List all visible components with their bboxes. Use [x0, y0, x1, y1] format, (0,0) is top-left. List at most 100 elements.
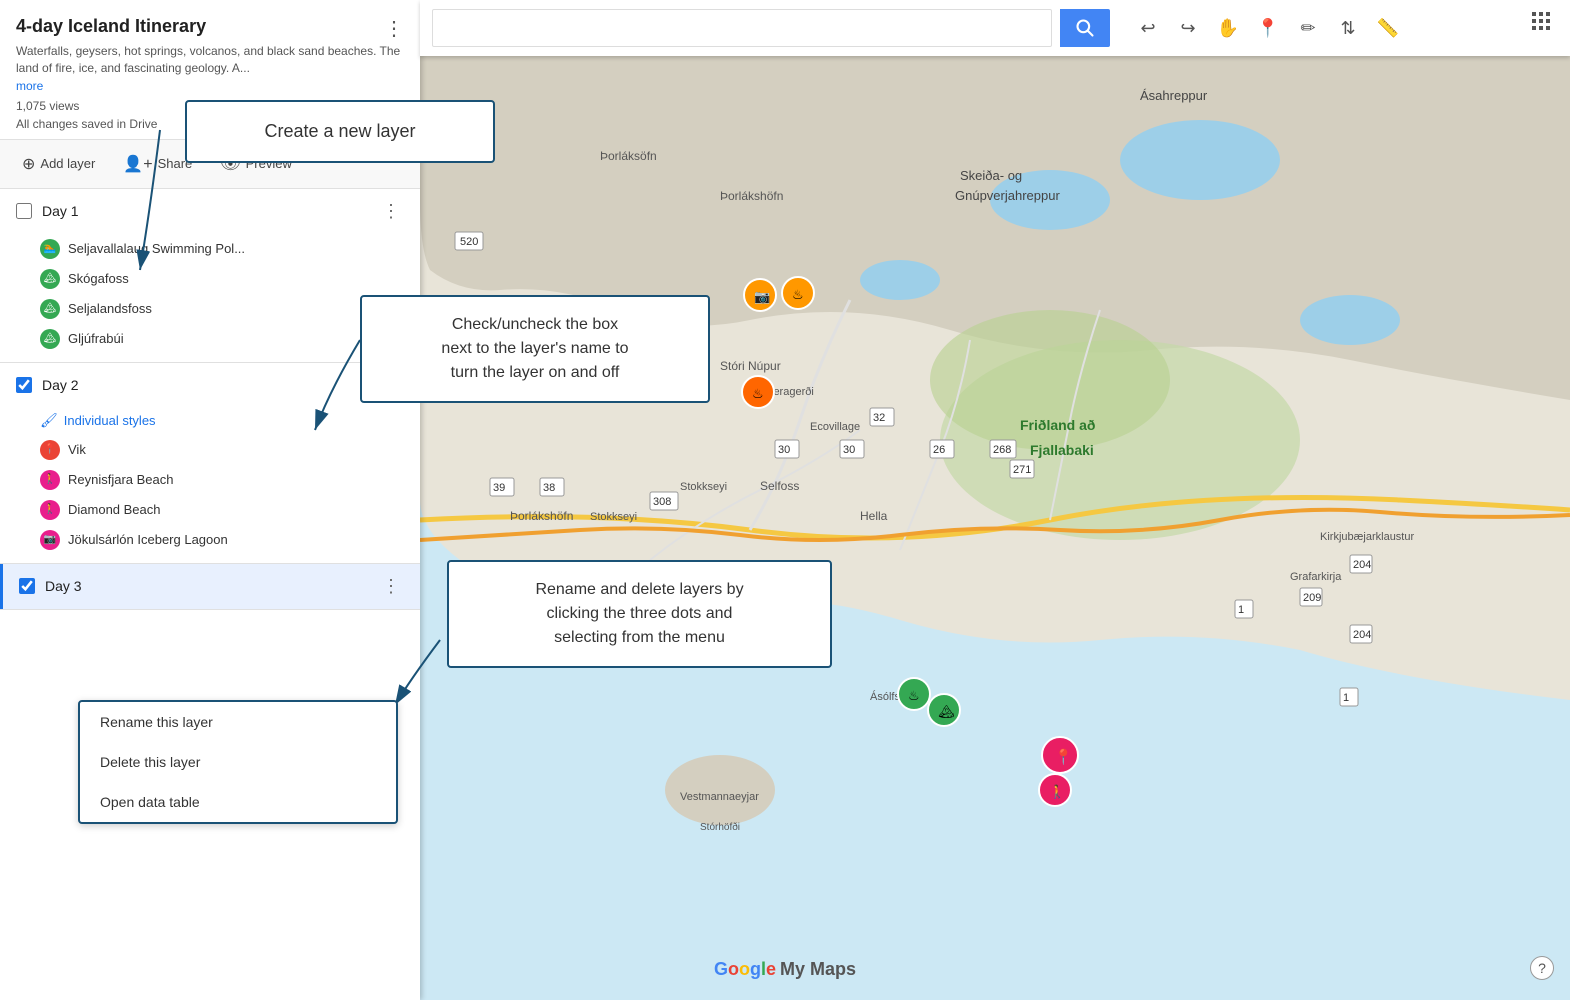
item-label: Diamond Beach	[68, 502, 161, 517]
annotation-toggle-layer: Check/uncheck the boxnext to the layer's…	[360, 295, 710, 403]
item-label: Seljalandsfoss	[68, 301, 152, 316]
list-item: 🏔 Seljalandsfoss	[40, 294, 404, 324]
svg-text:Stóri Núpur: Stóri Núpur	[720, 359, 781, 373]
context-menu-open-table[interactable]: Open data table	[80, 782, 396, 822]
header-three-dots[interactable]: ⋮	[384, 16, 404, 41]
layer-three-dots-day3[interactable]: ⋮	[378, 574, 404, 599]
svg-text:520: 520	[460, 236, 478, 248]
svg-text:268: 268	[993, 444, 1011, 456]
svg-text:📍: 📍	[1054, 748, 1073, 766]
google-logo: Google	[714, 959, 776, 980]
item-icon-seljalandsfoss: 🏔	[40, 299, 60, 319]
search-input[interactable]	[432, 9, 1052, 47]
layer-section-day3: Day 3 ⋮	[0, 564, 420, 610]
svg-text:Ásahreppur: Ásahreppur	[1140, 88, 1208, 103]
item-icon-gljufrabui: 🏔	[40, 329, 60, 349]
svg-text:Ecovillage: Ecovillage	[810, 421, 860, 433]
redo-button[interactable]: ↪	[1170, 10, 1206, 46]
item-label: Gljúfrabúi	[68, 331, 124, 346]
svg-text:Selfoss: Selfoss	[760, 479, 799, 493]
search-icon	[1075, 18, 1095, 38]
svg-text:Stórhöfði: Stórhöfði	[700, 821, 740, 833]
svg-text:Þorlákshöfn: Þorlákshöfn	[720, 189, 783, 203]
context-menu-open-table-label: Open data table	[100, 794, 200, 810]
svg-text:Hella: Hella	[860, 509, 888, 523]
svg-text:38: 38	[543, 482, 555, 494]
item-label: Jökulsárlón Iceberg Lagoon	[68, 532, 228, 547]
svg-text:🚶: 🚶	[1049, 784, 1065, 799]
svg-text:32: 32	[873, 412, 885, 424]
svg-text:🏔: 🏔	[938, 704, 955, 719]
item-icon-diamond: 🚶	[40, 500, 60, 520]
draw-line-button[interactable]: ✏	[1290, 10, 1326, 46]
context-menu-rename[interactable]: Rename this layer	[80, 702, 396, 742]
search-button[interactable]	[1060, 9, 1110, 47]
context-menu-delete[interactable]: Delete this layer	[80, 742, 396, 782]
list-item: 🚶 Diamond Beach	[40, 495, 404, 525]
more-link[interactable]: more	[16, 79, 43, 93]
item-icon-vik: 📍	[40, 440, 60, 460]
annotation-create-layer-text: Create a new layer	[264, 121, 415, 141]
svg-text:♨: ♨	[752, 386, 764, 401]
annotation-create-layer: Create a new layer	[185, 100, 495, 163]
hand-tool-button[interactable]: ✋	[1210, 10, 1246, 46]
annotation-rename-text: Rename and delete layers byclicking the …	[535, 581, 743, 646]
annotation-rename-delete: Rename and delete layers byclicking the …	[447, 560, 832, 668]
directions-button[interactable]: ⇅	[1330, 10, 1366, 46]
svg-text:Skeiða- og: Skeiða- og	[960, 168, 1022, 183]
svg-text:204: 204	[1353, 629, 1371, 641]
pin-button[interactable]: 📍	[1250, 10, 1286, 46]
svg-text:1: 1	[1343, 692, 1349, 704]
item-icon-swimming: 🏊	[40, 239, 60, 259]
item-label: Vik	[68, 442, 86, 457]
context-menu-rename-label: Rename this layer	[100, 714, 213, 730]
layer-header-day3: Day 3 ⋮	[0, 564, 420, 609]
mymaps-label: My Maps	[780, 959, 856, 980]
help-icon-label: ?	[1538, 960, 1546, 976]
svg-text:Vestmannaeyjar: Vestmannaeyjar	[680, 791, 759, 803]
svg-text:Kirkjubæjarklaustur: Kirkjubæjarklaustur	[1320, 531, 1414, 543]
annotation-arrow-create	[130, 130, 230, 290]
item-label: Reynisfjara Beach	[68, 472, 174, 487]
list-item: 🚶 Reynisfjara Beach	[40, 465, 404, 495]
grid-icon[interactable]	[1530, 10, 1554, 40]
item-icon-jokulsarlon: 📷	[40, 530, 60, 550]
svg-text:30: 30	[778, 444, 790, 456]
toolbar-icons: ↩ ↪ ✋ 📍 ✏ ⇅ 📏	[1130, 10, 1406, 46]
annotation-toggle-text: Check/uncheck the boxnext to the layer's…	[441, 316, 628, 381]
item-icon-reynisfjara: 🚶	[40, 470, 60, 490]
svg-text:♨: ♨	[792, 287, 804, 302]
annotation-arrow-rename	[390, 640, 450, 720]
context-menu-delete-label: Delete this layer	[100, 754, 200, 770]
svg-text:Þorláksöfn: Þorláksöfn	[600, 149, 657, 163]
individual-styles-label: Individual styles	[64, 413, 156, 428]
svg-text:Stokkseyi: Stokkseyi	[590, 511, 637, 523]
add-layer-label: Add layer	[40, 156, 95, 171]
undo-button[interactable]: ↩	[1130, 10, 1166, 46]
layer-checkbox-day2[interactable]	[16, 377, 32, 393]
svg-text:Stokkseyi: Stokkseyi	[680, 481, 727, 493]
svg-text:1: 1	[1238, 604, 1244, 616]
style-icon: 🖌	[40, 412, 58, 429]
list-item: 📷 Jökulsárlón Iceberg Lagoon	[40, 525, 404, 555]
measure-button[interactable]: 📏	[1370, 10, 1406, 46]
svg-text:Friðland að: Friðland að	[1020, 417, 1095, 433]
item-icon-skogafoss: 🏔	[40, 269, 60, 289]
svg-text:204: 204	[1353, 559, 1371, 571]
svg-text:271: 271	[1013, 464, 1031, 476]
panel-description: Waterfalls, geysers, hot springs, volcan…	[16, 43, 404, 77]
context-menu: Rename this layer Delete this layer Open…	[78, 700, 398, 824]
layers-container: Day 1 ⋮ 🏊 Seljavallalaug Swimming Pol...…	[0, 189, 420, 1000]
svg-text:♨: ♨	[908, 688, 920, 703]
layer-checkbox-day1[interactable]	[16, 203, 32, 219]
svg-text:30: 30	[843, 444, 855, 456]
layer-checkbox-day3[interactable]	[19, 578, 35, 594]
layer-name-day3: Day 3	[45, 578, 378, 594]
panel-title: 4-day Iceland Itinerary	[16, 16, 404, 37]
svg-text:Grafarkirja: Grafarkirja	[1290, 571, 1342, 583]
svg-text:308: 308	[653, 496, 671, 508]
add-layer-button[interactable]: ⊕ Add layer	[16, 150, 101, 178]
svg-text:Þorlákshöfn: Þorlákshöfn	[510, 509, 573, 523]
help-button[interactable]: ?	[1530, 956, 1554, 980]
layer-three-dots-day1[interactable]: ⋮	[378, 199, 404, 224]
